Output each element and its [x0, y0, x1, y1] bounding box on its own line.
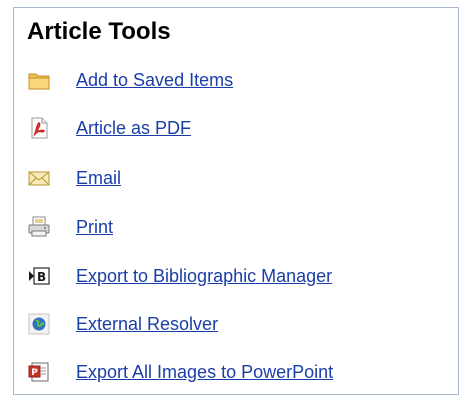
- article-as-pdf-link[interactable]: Article as PDF: [76, 116, 191, 140]
- envelope-icon[interactable]: [28, 167, 50, 189]
- printer-icon[interactable]: [28, 216, 50, 238]
- tool-export-to-bibliographic-manager: B Export to Bibliographic Manager: [28, 264, 332, 288]
- email-link[interactable]: Email: [76, 166, 121, 190]
- print-link[interactable]: Print: [76, 215, 113, 239]
- add-to-saved-items-link[interactable]: Add to Saved Items: [76, 68, 233, 92]
- tool-export-all-images-to-powerpoint: P Export All Images to PowerPoint: [28, 360, 333, 384]
- article-tools-panel: Article Tools Add to Saved Items Article…: [13, 7, 459, 395]
- tool-email: Email: [28, 166, 121, 190]
- external-resolver-link[interactable]: External Resolver: [76, 312, 218, 336]
- export-all-images-to-powerpoint-link[interactable]: Export All Images to PowerPoint: [76, 360, 333, 384]
- export-to-bibliographic-manager-link[interactable]: Export to Bibliographic Manager: [76, 264, 332, 288]
- svg-text:P: P: [31, 368, 38, 378]
- tool-external-resolver: External Resolver: [28, 312, 218, 336]
- powerpoint-icon[interactable]: P: [28, 361, 50, 383]
- panel-title: Article Tools: [27, 18, 171, 45]
- tool-print: Print: [28, 215, 113, 239]
- tool-article-as-pdf: Article as PDF: [28, 116, 191, 140]
- bibliography-export-icon[interactable]: B: [28, 265, 50, 287]
- tool-add-to-saved-items: Add to Saved Items: [28, 68, 233, 92]
- folder-icon[interactable]: [28, 69, 50, 91]
- svg-text:B: B: [37, 270, 46, 284]
- pdf-icon[interactable]: [28, 117, 50, 139]
- globe-icon[interactable]: [28, 313, 50, 335]
